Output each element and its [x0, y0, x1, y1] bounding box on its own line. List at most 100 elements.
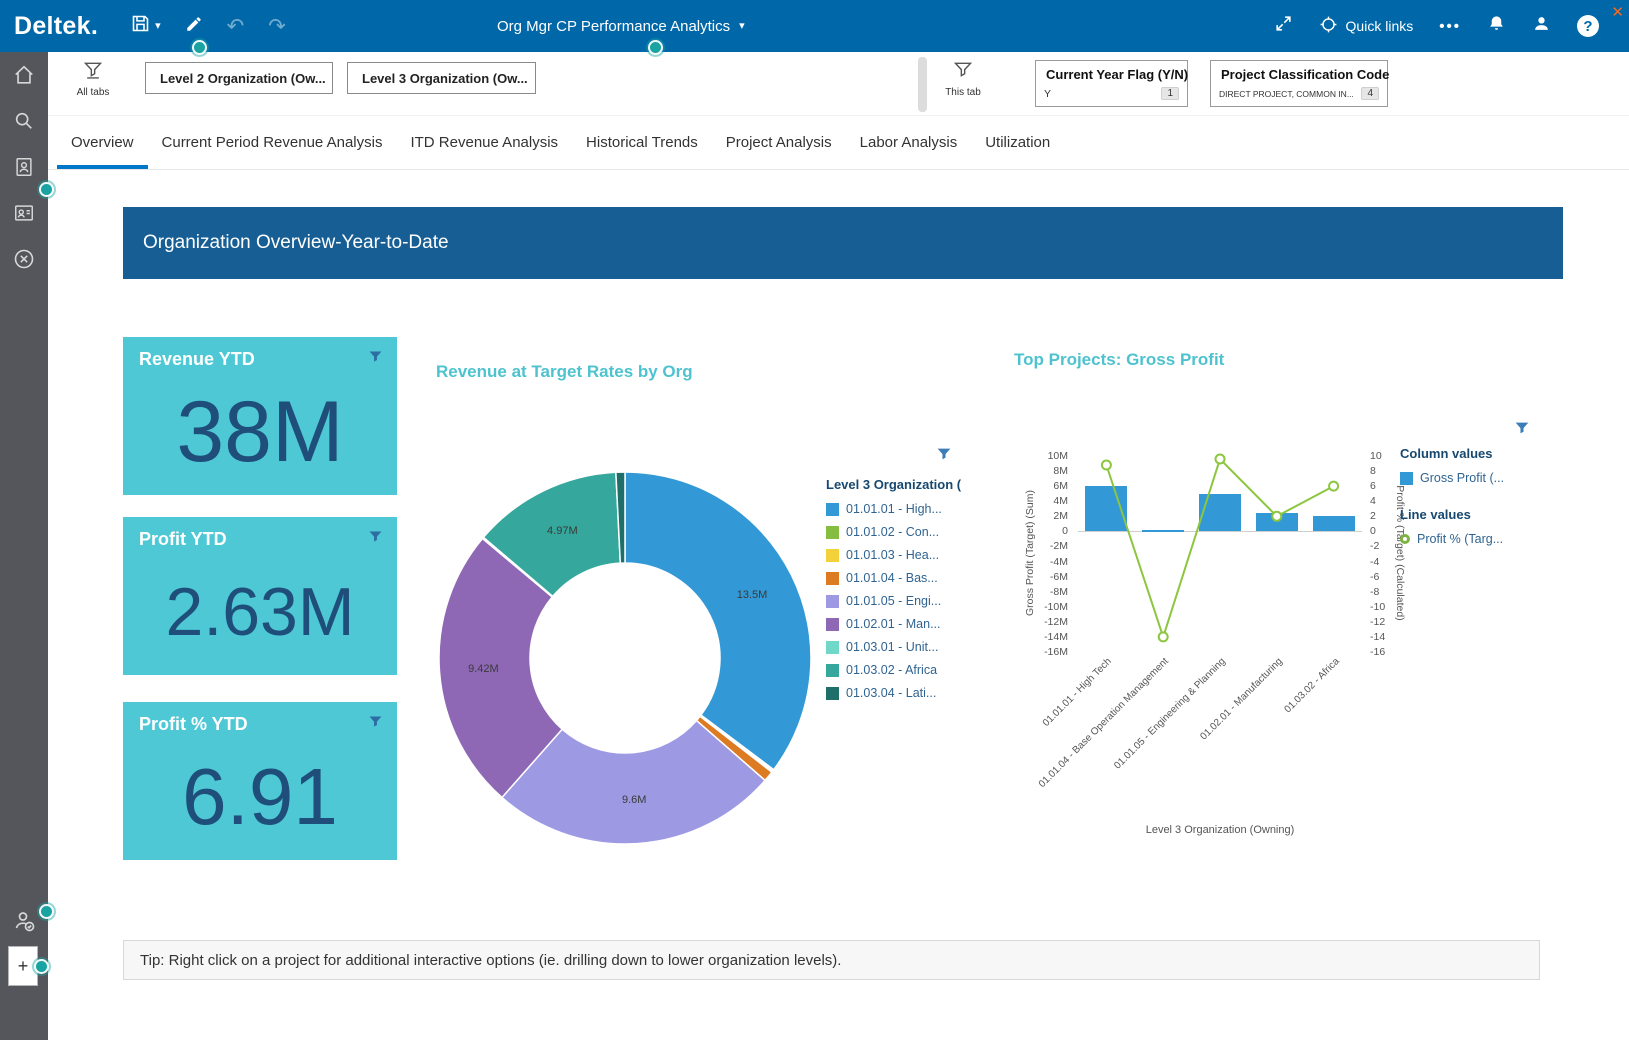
- all-tabs-label: All tabs: [62, 87, 124, 98]
- undo-icon: ↶: [227, 16, 245, 37]
- axis-tick: 4M: [1053, 495, 1068, 507]
- legend-label: 01.01.02 - Con...: [846, 525, 939, 539]
- line-marker[interactable]: [1102, 461, 1111, 470]
- axis-tick: 6M: [1053, 480, 1068, 492]
- axis-tick: -4: [1370, 556, 1379, 568]
- this-tab-filter-button[interactable]: This tab: [932, 60, 994, 98]
- filter-icon[interactable]: [368, 714, 383, 734]
- crosshair-icon: [1319, 15, 1338, 37]
- filter-icon[interactable]: [1514, 420, 1530, 441]
- filter-icon[interactable]: [368, 349, 383, 369]
- legend-items: 01.01.01 - High... 01.01.02 - Con... 01.01…: [826, 502, 981, 700]
- filter-bar: All tabs Level 2 Organization (Ow... Lev…: [48, 52, 1629, 116]
- line-marker[interactable]: [1159, 632, 1168, 641]
- filter-project-classification[interactable]: Project Classification Code DIRECT PROJE…: [1210, 60, 1388, 107]
- bar-series-swatch: [1400, 472, 1413, 485]
- legend-item[interactable]: Gross Profit (...: [1400, 471, 1580, 485]
- axis-tick: -4M: [1050, 556, 1068, 568]
- legend-item[interactable]: 01.01.03 - Hea...: [826, 548, 981, 562]
- tab-itd-revenue-analysis[interactable]: ITD Revenue Analysis: [396, 134, 572, 169]
- axis-tick: -2: [1370, 540, 1379, 552]
- undo-button[interactable]: ↶: [227, 16, 245, 37]
- line-marker[interactable]: [1216, 455, 1225, 464]
- filter-chip-level3-org[interactable]: Level 3 Organization (Ow...: [347, 62, 536, 94]
- expand-icon[interactable]: [1274, 14, 1293, 38]
- legend-swatch: [826, 572, 839, 585]
- filter-current-year-flag[interactable]: Current Year Flag (Y/N) Y 1: [1035, 60, 1188, 107]
- close-icon[interactable]: ✕: [1611, 3, 1624, 21]
- kpi-card-profit-pct-ytd: Profit % YTD 6.91: [123, 702, 397, 860]
- donut-svg: [433, 466, 817, 850]
- app-window: Deltek. ▾ ↶ ↷ Org Mgr CP Performance Ana…: [0, 0, 1629, 1040]
- legend-item[interactable]: 01.02.01 - Man...: [826, 617, 981, 631]
- legend-label: 01.03.02 - Africa: [846, 663, 937, 677]
- tools-icon[interactable]: [0, 236, 48, 282]
- hint-dot[interactable]: [194, 42, 205, 53]
- axis-tick: -14M: [1044, 631, 1068, 643]
- tab-project-analysis[interactable]: Project Analysis: [712, 134, 846, 169]
- axis-tick: -6: [1370, 571, 1379, 583]
- axis-tick: -10M: [1044, 601, 1068, 613]
- kpi-card-profit-ytd: Profit YTD 2.63M: [123, 517, 397, 675]
- this-tab-label: This tab: [932, 87, 994, 98]
- add-button[interactable]: +: [8, 946, 38, 986]
- hint-dot[interactable]: [41, 184, 52, 195]
- x-category-label: 01.03.02 - Africa: [1282, 656, 1341, 715]
- home-icon[interactable]: [0, 52, 48, 98]
- funnel-icon: [83, 67, 103, 84]
- quick-links-button[interactable]: Quick links: [1319, 15, 1414, 37]
- hint-dot[interactable]: [36, 961, 47, 972]
- filter-icon[interactable]: [368, 529, 383, 549]
- notifications-button[interactable]: [1487, 14, 1506, 38]
- deltek-logo: Deltek.: [14, 12, 98, 41]
- hint-dot[interactable]: [650, 42, 661, 53]
- tab-overview[interactable]: Overview: [57, 134, 148, 169]
- save-button[interactable]: ▾: [130, 13, 161, 39]
- legend-item[interactable]: 01.03.01 - Unit...: [826, 640, 981, 654]
- line-marker[interactable]: [1272, 512, 1281, 521]
- hint-dot[interactable]: [41, 906, 52, 917]
- legend-item[interactable]: 01.01.05 - Engi...: [826, 594, 981, 608]
- axis-tick: 8M: [1053, 465, 1068, 477]
- axis-tick: -8M: [1050, 586, 1068, 598]
- left-axis-ticks: 10M8M6M4M2M0-2M-4M-6M-8M-10M-12M-14M-16M: [1036, 456, 1072, 652]
- legend-swatch: [826, 664, 839, 677]
- line-marker[interactable]: [1329, 482, 1338, 491]
- axis-tick: -2M: [1050, 540, 1068, 552]
- tab-current-period-revenue-analysis[interactable]: Current Period Revenue Analysis: [148, 134, 397, 169]
- left-sidebar: [0, 52, 48, 1040]
- kpi-title: Revenue YTD: [139, 349, 255, 370]
- redo-button[interactable]: ↷: [268, 16, 286, 37]
- help-button[interactable]: ?: [1577, 15, 1599, 37]
- legend-swatch: [826, 687, 839, 700]
- legend-item[interactable]: 01.01.02 - Con...: [826, 525, 981, 539]
- combo-legend: Column values Gross Profit (... Line val…: [1400, 446, 1580, 555]
- legend-item[interactable]: 01.01.04 - Bas...: [826, 571, 981, 585]
- approvals-icon[interactable]: [0, 898, 48, 944]
- chevron-down-icon: ▾: [155, 21, 161, 32]
- legend-label: 01.01.03 - Hea...: [846, 548, 939, 562]
- legend-item[interactable]: 01.03.04 - Lati...: [826, 686, 981, 700]
- axis-tick: 2M: [1053, 510, 1068, 522]
- contacts-icon[interactable]: [0, 190, 48, 236]
- x-axis-title: Level 3 Organization (Owning): [1064, 824, 1376, 836]
- dashboard-selector[interactable]: Org Mgr CP Performance Analytics ▾: [497, 0, 745, 52]
- pencil-icon: [185, 15, 203, 38]
- more-menu-button[interactable]: •••: [1439, 18, 1461, 35]
- edit-button[interactable]: [185, 15, 203, 38]
- legend-item[interactable]: Profit % (Targ...: [1400, 532, 1580, 546]
- user-profile-button[interactable]: [1532, 14, 1551, 38]
- dashboard-title: Org Mgr CP Performance Analytics: [497, 18, 730, 35]
- filter-chip-level2-org[interactable]: Level 2 Organization (Ow...: [145, 62, 333, 94]
- all-tabs-filter-button[interactable]: All tabs: [62, 60, 124, 98]
- search-icon[interactable]: [0, 98, 48, 144]
- donut-segment[interactable]: [625, 472, 811, 770]
- tab-historical-trends[interactable]: Historical Trends: [572, 134, 712, 169]
- filter-icon[interactable]: [936, 446, 952, 467]
- tab-labor-analysis[interactable]: Labor Analysis: [846, 134, 972, 169]
- legend-item[interactable]: 01.03.02 - Africa: [826, 663, 981, 677]
- roster-icon[interactable]: [0, 144, 48, 190]
- donut-legend: Level 3 Organization ( 01.01.01 - High..…: [826, 477, 981, 709]
- legend-item[interactable]: 01.01.01 - High...: [826, 502, 981, 516]
- tab-utilization[interactable]: Utilization: [971, 134, 1064, 169]
